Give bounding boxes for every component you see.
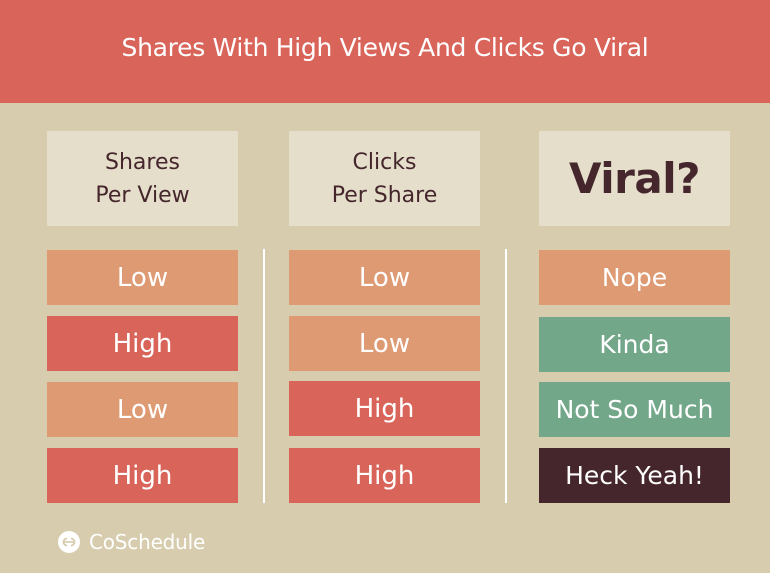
page-title: Shares With High Views And Clicks Go Vir… xyxy=(121,33,649,62)
coschedule-logo-icon xyxy=(58,531,80,553)
table-cell: Low xyxy=(47,382,238,437)
column-divider xyxy=(263,249,265,503)
table-cell: Low xyxy=(289,250,480,305)
table-cell: High xyxy=(289,381,480,436)
brand-name: CoSchedule xyxy=(89,530,206,554)
table-cell: Kinda xyxy=(539,317,730,372)
brand-logo: CoSchedule xyxy=(58,530,205,554)
table-cell: Low xyxy=(289,316,480,371)
column-heading: Viral? xyxy=(569,154,700,203)
column-heading-box: Clicks Per Share xyxy=(289,131,480,226)
title-banner: Shares With High Views And Clicks Go Vir… xyxy=(0,0,770,103)
table-cell: High xyxy=(47,448,238,503)
table-cell: Heck Yeah! xyxy=(539,448,730,503)
column-heading-box: Shares Per View xyxy=(47,131,238,226)
table-cell: High xyxy=(47,316,238,371)
table-cell: Low xyxy=(47,250,238,305)
column-heading-box: Viral? xyxy=(539,131,730,226)
table-cell: Not So Much xyxy=(539,382,730,437)
table-cell: Nope xyxy=(539,250,730,305)
column-heading: Clicks Per Share xyxy=(331,149,438,208)
column-divider xyxy=(505,249,507,503)
table-cell: High xyxy=(289,448,480,503)
column-heading: Shares Per View xyxy=(95,149,190,208)
